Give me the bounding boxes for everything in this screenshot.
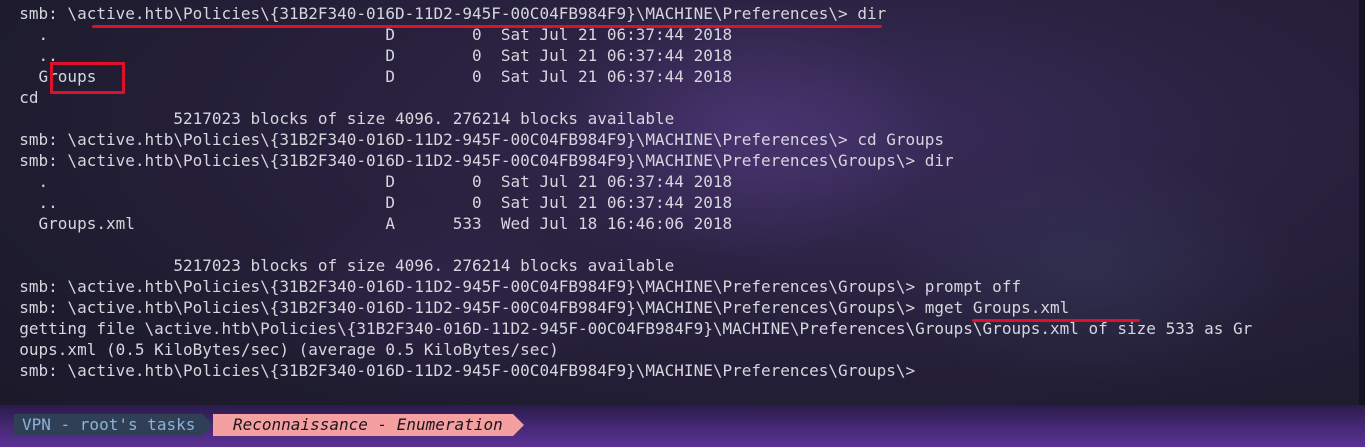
terminal-line: getting file \active.htb\Policies\{31B2F…: [0, 319, 1253, 338]
terminal-line: smb: \active.htb\Policies\{31B2F340-016D…: [0, 130, 945, 149]
vpn-session-label: VPN - root's tasks: [14, 414, 204, 436]
segment-separator-icon: [513, 414, 524, 436]
terminal-line: smb: \active.htb\Policies\{31B2F340-016D…: [0, 4, 887, 23]
terminal-line: 5217023 blocks of size 4096. 276214 bloc…: [0, 256, 675, 275]
segment-separator-icon: [202, 414, 213, 436]
terminal-line: smb: \active.htb\Policies\{31B2F340-016D…: [0, 361, 916, 380]
terminal-line: oups.xml (0.5 KiloBytes/sec) (average 0.…: [0, 340, 559, 359]
path-highlight-underline: [92, 25, 882, 28]
terminal-line: .. D 0 Sat Jul 21 06:37:44 2018: [0, 193, 733, 212]
terminal-line: . D 0 Sat Jul 21 06:37:44 2018: [0, 172, 733, 191]
terminal-line: . D 0 Sat Jul 21 06:37:44 2018: [0, 25, 733, 44]
terminal-output[interactable]: smb: \active.htb\Policies\{31B2F340-016D…: [0, 0, 1358, 405]
terminal-line: 5217023 blocks of size 4096. 276214 bloc…: [0, 109, 675, 128]
terminal-line: smb: \active.htb\Policies\{31B2F340-016D…: [0, 298, 1070, 317]
groups-highlight-box: [50, 62, 125, 94]
terminal-line: smb: \active.htb\Policies\{31B2F340-016D…: [0, 277, 1022, 296]
mget-highlight-underline: [972, 319, 1140, 322]
terminal-line: Groups.xml A 533 Wed Jul 18 16:46:06 201…: [0, 214, 733, 233]
terminal-line: smb: \active.htb\Policies\{31B2F340-016D…: [0, 151, 954, 170]
terminal-line: cd: [0, 88, 39, 107]
task-window-label[interactable]: Reconnaissance - Enumeration: [213, 414, 513, 436]
